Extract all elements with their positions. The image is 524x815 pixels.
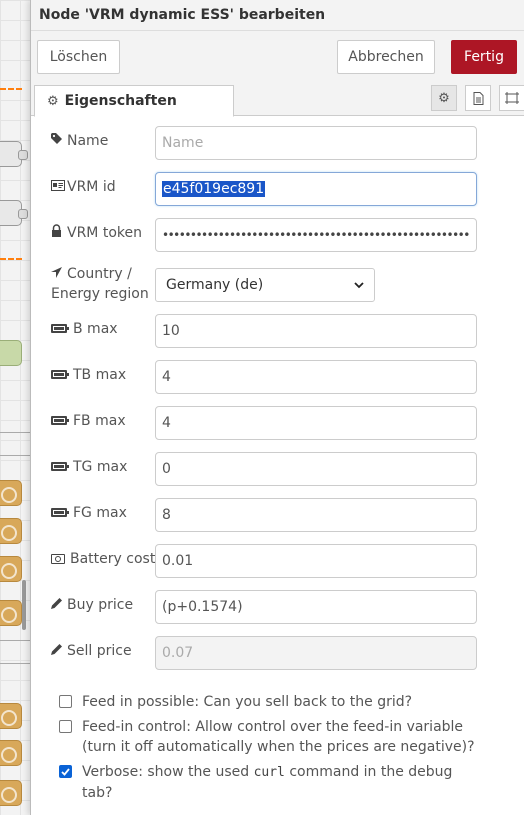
name-label: Name [67,133,109,149]
canvas-scrollbar[interactable] [22,580,26,630]
location-arrow-icon [51,264,67,284]
fg-max-label: FG max [73,505,127,521]
feed-in-control-checkbox[interactable] [59,720,72,733]
name-row: Name Name [51,126,511,160]
flow-canvas[interactable] [0,0,30,815]
tab-properties-label: Eigenschaften [64,93,177,109]
feed-in-possible-row[interactable]: Feed in possible: Can you sell back to t… [59,692,479,712]
buy-price-row: Buy price (p+0.1574) [51,590,511,624]
canvas-wire [0,432,30,433]
gear-icon: ⚙ [438,90,450,106]
b-max-label: B max [73,321,118,337]
sell-price-input: 0.07 [155,636,477,670]
battery-costs-input[interactable]: 0.01 [155,544,477,578]
tag-icon [51,131,67,151]
description-tab-button[interactable] [465,85,491,111]
name-input[interactable]: Name [155,126,477,160]
tray-toolbar: Löschen Abbrechen Fertig [31,31,524,76]
tray-title: Node 'VRM dynamic ESS' bearbeiten [31,0,524,31]
tg-max-row: TG max 0 [51,452,511,486]
chevron-down-icon [354,281,364,288]
money-icon [51,554,65,564]
battery-icon [51,416,69,425]
id-card-icon [51,177,67,197]
tb-max-input[interactable]: 4 [155,360,477,394]
tg-max-input[interactable]: 0 [155,452,477,486]
battery-icon [51,508,69,517]
canvas-node-port[interactable] [18,209,28,219]
vrm-token-value: ••••••••••••••••••••••••••••••••••••••••… [162,228,470,242]
battery-icon [51,462,69,471]
fb-max-row: FB max 4 [51,406,511,440]
canvas-wire [0,663,30,664]
feed-in-control-row[interactable]: Feed-in control: Allow control over the … [59,717,479,757]
fb-max-input[interactable]: 4 [155,406,477,440]
sell-price-row: Sell price 0.07 [51,636,511,670]
battery-icon [51,324,69,333]
done-button[interactable]: Fertig [451,40,517,74]
canvas-wire [0,455,30,456]
verbose-label-before: Verbose: show the used [82,764,254,780]
country-select-value: Germany (de) [166,277,264,293]
edit-tray: Node 'VRM dynamic ESS' bearbeiten Lösche… [30,0,524,815]
appearance-tab-button[interactable] [499,85,524,111]
buy-price-input[interactable]: (p+0.1574) [155,590,477,624]
delete-button[interactable]: Löschen [37,40,120,74]
verbose-checkbox[interactable] [59,765,72,778]
canvas-wire [0,258,22,260]
canvas-node[interactable] [0,740,22,766]
tb-max-label: TB max [73,367,127,383]
vrm-id-row: VRM id e45f019ec891 [51,172,511,206]
battery-icon [51,370,69,379]
battery-costs-row: Battery costs 0.01 [51,544,511,578]
feed-in-possible-checkbox[interactable] [59,695,72,708]
canvas-wire [0,640,30,641]
feed-in-control-label: Feed-in control: Allow control over the … [82,719,475,755]
lock-icon [51,223,67,243]
gear-icon: ⚙ [47,93,59,109]
fb-max-label: FB max [73,413,126,429]
canvas-node[interactable] [0,480,22,506]
vrm-id-label: VRM id [67,179,116,195]
file-icon [473,91,483,105]
pencil-icon [51,641,67,661]
canvas-node-port[interactable] [18,150,28,160]
vrm-token-label: VRM token [67,225,142,241]
tab-bar: ⚙ Eigenschaften ⚙ [31,76,524,117]
country-select[interactable]: Germany (de) [155,268,375,302]
settings-tab-button[interactable]: ⚙ [431,85,457,111]
canvas-node[interactable] [0,600,22,626]
country-label-line1: Country / [67,266,132,282]
frame-icon [505,92,519,104]
fg-max-row: FG max 8 [51,498,511,532]
cancel-button[interactable]: Abbrechen [337,40,435,74]
tg-max-label: TG max [73,459,128,475]
feed-in-possible-label: Feed in possible: Can you sell back to t… [82,694,413,710]
canvas-node[interactable] [0,340,22,366]
sell-price-label: Sell price [67,643,132,659]
vrm-id-value: e45f019ec891 [162,181,266,197]
battery-costs-label: Battery costs [70,551,163,567]
pencil-icon [51,595,67,615]
verbose-row[interactable]: Verbose: show the used curl command in t… [59,762,479,803]
canvas-node[interactable] [0,780,22,806]
tab-properties[interactable]: ⚙ Eigenschaften [34,85,234,117]
canvas-node[interactable] [0,518,22,544]
country-label-line2: Energy region [51,286,149,302]
b-max-row: B max 10 [51,314,511,348]
tb-max-row: TB max 4 [51,360,511,394]
canvas-node[interactable] [0,556,22,582]
verbose-code: curl [253,765,285,780]
vrm-token-row: VRM token ••••••••••••••••••••••••••••••… [51,218,511,252]
vrm-token-input[interactable]: ••••••••••••••••••••••••••••••••••••••••… [155,218,477,252]
vrm-id-input[interactable]: e45f019ec891 [155,172,477,206]
buy-price-label: Buy price [67,597,134,613]
canvas-node[interactable] [0,703,22,729]
check-icon [61,767,70,776]
canvas-wire [0,88,22,90]
b-max-input[interactable]: 10 [155,314,477,348]
fg-max-input[interactable]: 8 [155,498,477,532]
